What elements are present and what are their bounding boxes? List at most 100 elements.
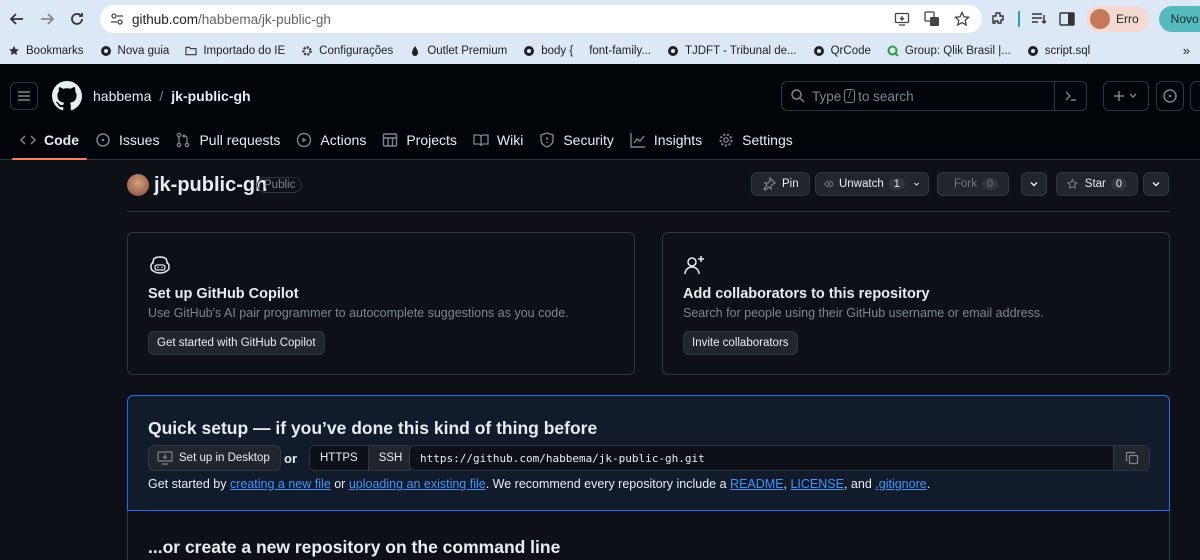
bookmark-item[interactable]: font-family... xyxy=(589,45,651,57)
bookmark-item[interactable]: Importado do IE xyxy=(185,45,285,57)
bookmark-item[interactable]: Nova guia xyxy=(100,45,170,57)
globe-icon xyxy=(813,45,825,57)
globe-icon xyxy=(1027,45,1039,57)
address-bar[interactable]: github.com/habbema/jk-public-gh xyxy=(100,5,982,33)
watch-count: 1 xyxy=(888,178,905,190)
tab-label: Projects xyxy=(406,132,457,148)
help-text: Get started by xyxy=(148,477,230,491)
or-label: or xyxy=(284,451,297,466)
profile-button[interactable]: Erro xyxy=(1086,6,1149,32)
url-text: github.com/habbema/jk-public-gh xyxy=(132,11,331,27)
setup-desktop-button[interactable]: Set up in Desktop xyxy=(148,445,281,471)
new-button[interactable]: Novo xyxy=(1158,6,1200,32)
bookmark-label: Bookmarks xyxy=(26,45,84,57)
bookmark-item[interactable]: Configurações xyxy=(301,45,393,57)
bookmark-item[interactable]: body { xyxy=(523,45,573,57)
tab-settings[interactable]: Settings xyxy=(710,121,801,159)
bookmark-label: body { xyxy=(541,45,574,57)
install-app-icon[interactable] xyxy=(892,9,912,29)
readme-link[interactable]: README xyxy=(730,477,783,491)
tab-wiki[interactable]: Wiki xyxy=(465,121,531,159)
fork-dropdown-button[interactable] xyxy=(1021,172,1047,196)
tab-projects[interactable]: Projects xyxy=(374,121,465,159)
tab-insights[interactable]: Insights xyxy=(622,121,710,159)
bookmark-item[interactable]: Bookmarks xyxy=(8,45,84,57)
bookmark-item[interactable]: TJDFT - Tribunal de... xyxy=(667,45,797,57)
forward-button[interactable] xyxy=(32,4,62,34)
extensions-icon[interactable] xyxy=(990,10,1008,28)
tab-code[interactable]: Code xyxy=(12,121,87,160)
pin-label: Pin xyxy=(782,178,799,190)
copy-icon xyxy=(1125,451,1138,465)
plus-icon xyxy=(1114,91,1137,101)
bookmark-item[interactable]: Group: Qlik Brasil |... xyxy=(887,45,1011,57)
copilot-title: Set up GitHub Copilot xyxy=(148,286,299,302)
https-tab[interactable]: HTTPS xyxy=(310,446,369,470)
search-placeholder-suffix: to search xyxy=(858,88,914,104)
menu-button[interactable] xyxy=(10,82,38,110)
bookmark-item[interactable]: Outlet Premium xyxy=(409,45,507,57)
issues-button[interactable] xyxy=(1156,81,1184,111)
globe-icon xyxy=(100,45,112,57)
tab-pull-requests[interactable]: Pull requests xyxy=(167,121,288,159)
clone-url-text: https://github.com/habbema/jk-public-gh.… xyxy=(420,451,705,465)
search-shortcut-key: / xyxy=(844,89,856,103)
repo-title: jk-public-gh xyxy=(154,174,268,196)
upload-file-link[interactable]: uploading an existing file xyxy=(349,477,486,491)
tab-label: Settings xyxy=(742,132,793,148)
reload-icon xyxy=(71,13,83,25)
command-palette-icon[interactable] xyxy=(1054,82,1086,110)
person-add-icon xyxy=(684,256,704,275)
browser-toolbar: github.com/habbema/jk-public-gh Erro Nov… xyxy=(0,0,1200,38)
help-text: or xyxy=(330,477,349,491)
fork-button[interactable]: Fork 0 xyxy=(937,172,1009,196)
clone-url-input[interactable]: https://github.com/habbema/jk-public-gh.… xyxy=(409,445,1150,471)
bookmark-item[interactable]: script.sql xyxy=(1027,45,1090,57)
invite-collaborators-button[interactable]: Invite collaborators xyxy=(683,331,798,355)
create-new-button[interactable] xyxy=(1103,81,1149,111)
chevron-double-right-icon[interactable]: » xyxy=(1183,43,1190,58)
star-button[interactable]: Star 0 xyxy=(1056,172,1138,196)
reload-button[interactable] xyxy=(62,4,92,34)
fork-label: Fork xyxy=(954,178,977,190)
help-text: , and xyxy=(843,477,876,491)
back-button[interactable] xyxy=(2,4,32,34)
unwatch-button[interactable]: Unwatch 1 xyxy=(815,172,929,196)
star-dropdown-button[interactable] xyxy=(1143,172,1169,196)
bookmark-label: QrCode xyxy=(830,45,871,57)
owner-link[interactable]: habbema xyxy=(93,88,151,104)
tab-actions[interactable]: Actions xyxy=(288,121,374,159)
bookmark-label: font-family... xyxy=(589,45,651,57)
bookmarks-bar: Bookmarks Nova guia Importado do IE Configu… xyxy=(0,38,1200,64)
code-icon xyxy=(20,135,36,145)
copy-button[interactable] xyxy=(1113,446,1149,470)
side-panel-icon[interactable] xyxy=(1058,10,1076,28)
bookmark-star-icon[interactable] xyxy=(952,9,972,29)
github-logo-icon[interactable] xyxy=(52,81,82,111)
gear-icon xyxy=(301,45,313,57)
tab-label: Actions xyxy=(320,132,367,148)
repo-link[interactable]: jk-public-gh xyxy=(171,88,250,104)
bookmark-label: Group: Qlik Brasil |... xyxy=(904,45,1011,57)
eye-icon xyxy=(824,180,834,188)
unwatch-label: Unwatch xyxy=(838,178,884,190)
reading-list-icon[interactable] xyxy=(1030,10,1048,28)
bookmark-label: Nova guia xyxy=(117,45,170,57)
pull-requests-button[interactable] xyxy=(1190,81,1200,111)
star-icon xyxy=(8,45,20,57)
copilot-icon xyxy=(150,256,170,274)
tab-security[interactable]: Security xyxy=(531,121,622,159)
ssh-tab[interactable]: SSH xyxy=(368,446,413,470)
tab-issues[interactable]: Issues xyxy=(87,121,167,159)
bookmark-item[interactable]: QrCode xyxy=(813,45,871,57)
translate-icon[interactable] xyxy=(922,9,942,29)
license-link[interactable]: LICENSE xyxy=(790,477,844,491)
gitignore-link[interactable]: .gitignore xyxy=(875,477,926,491)
copilot-start-button[interactable]: Get started with GitHub Copilot xyxy=(148,331,325,355)
quick-setup-title: Quick setup — if you’ve done this kind o… xyxy=(148,418,598,438)
tab-label: Wiki xyxy=(496,132,524,148)
search-input[interactable]: Type / to search xyxy=(781,81,1087,111)
pin-button[interactable]: Pin xyxy=(751,172,810,196)
breadcrumb: habbema / jk-public-gh xyxy=(93,88,251,104)
create-new-file-link[interactable]: creating a new file xyxy=(230,477,331,491)
